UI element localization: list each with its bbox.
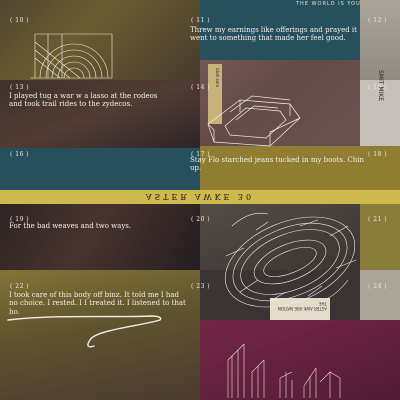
cell-number: ( 23 ) — [191, 283, 211, 290]
cell-number: ( 16 ) — [10, 151, 30, 158]
band-strip: ASTER AWKE 30 — [0, 190, 400, 204]
header-fragment: THE WORLD IS YOURS — [296, 1, 370, 7]
tile-21-bg — [360, 204, 400, 270]
tile-10-bg — [0, 0, 200, 80]
cell-number: ( 24 ) — [368, 283, 388, 290]
tile-12-bg — [360, 0, 400, 80]
cell-number: ( 22 ) — [10, 283, 30, 290]
tile-13-bg — [0, 80, 200, 148]
cell-number: ( 20 ) — [191, 216, 211, 223]
tile-22-bg — [0, 270, 200, 400]
cell-number: ( 10 ) — [10, 17, 30, 24]
tile-14-bg: slot.uro — [200, 60, 360, 146]
cell-number: ( 14 ) — [191, 84, 211, 91]
tile-20-bg — [200, 204, 360, 270]
band-text: ASTER AWKE 30 — [145, 192, 255, 201]
tile-24-bg — [360, 270, 400, 320]
cell-text: I played tug a war w a lasso at the rode… — [9, 92, 158, 109]
cell-text: For the bad weaves and two ways. — [9, 222, 132, 230]
cell-number: ( 12 ) — [368, 17, 388, 24]
tile-19-bg — [0, 204, 200, 270]
cell-number: ( 13 ) — [10, 84, 30, 91]
magenta-tile — [200, 320, 400, 400]
tile-16-bg — [0, 148, 200, 190]
cell-text: Threw my earnings like offerings and pra… — [190, 26, 357, 43]
poster-text: ASTER AWK ARE NATION THE — [277, 301, 327, 311]
side-text-top: slot.uro — [214, 68, 220, 88]
cell-number: ( 21 ) — [368, 216, 388, 223]
side-text-mid: SMIT MIKE — [377, 70, 384, 101]
poster-tile: ASTER AWK ARE NATION THE — [270, 298, 330, 320]
cell-text: Stay Flo starched jeans tucked in my boo… — [190, 156, 365, 173]
cell-text: I took care of this body off binz. It to… — [9, 291, 186, 316]
cell-number: ( 11 ) — [191, 17, 211, 24]
